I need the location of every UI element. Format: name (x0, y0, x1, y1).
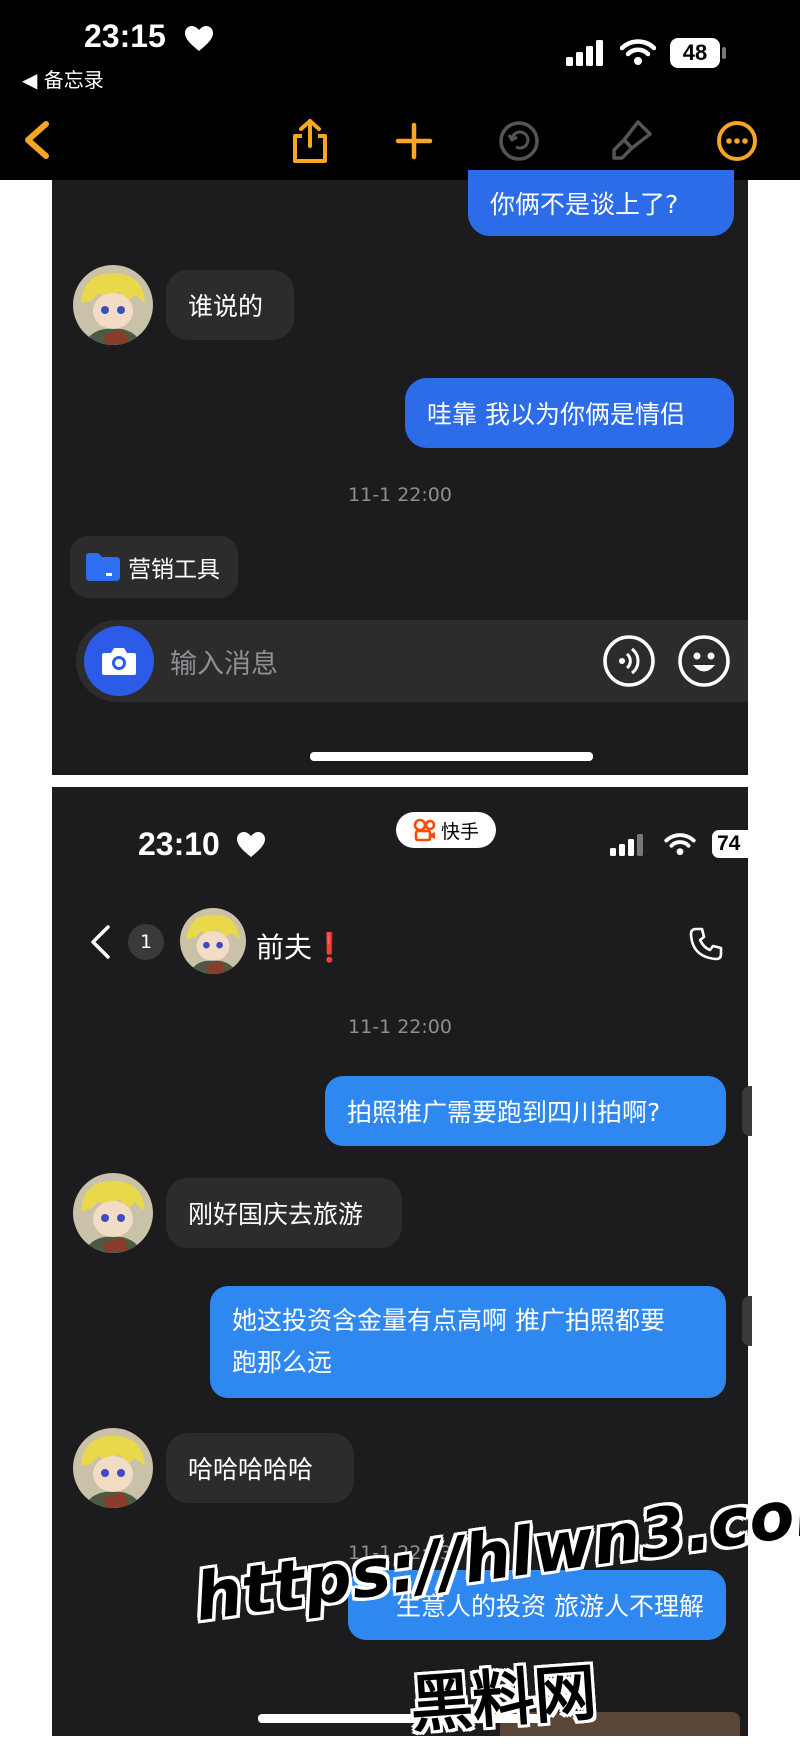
unread-count-badge: 1 (128, 924, 164, 960)
message-timestamp: 11-1 22:00 (348, 1016, 452, 1038)
battery-tip (722, 47, 726, 59)
status-time: 23:15 (84, 18, 166, 54)
brush-icon[interactable] (608, 118, 654, 164)
avatar[interactable] (73, 1173, 153, 1253)
message-input[interactable]: 输入消息 (170, 642, 530, 682)
back-app-label: 备忘录 (43, 68, 104, 92)
wifi-icon (620, 39, 656, 65)
share-icon[interactable] (290, 118, 330, 164)
watermark-name: 黑料网 (408, 1655, 599, 1742)
folder-icon (86, 553, 120, 581)
battery-indicator: 48 (670, 38, 720, 68)
own-avatar-edge (742, 1296, 752, 1346)
message-text: 哇靠 我以为你俩是情侣 (427, 400, 685, 429)
message-bubble-incoming: 哈哈哈哈哈 (166, 1433, 354, 1503)
message-bubble-outgoing: 拍照推广需要跑到四川拍啊? (325, 1076, 726, 1146)
message-bubble-incoming: 谁说的 (166, 270, 294, 340)
heart-icon (185, 26, 213, 51)
message-bubble-outgoing: 你俩不是谈上了? (468, 170, 734, 236)
chevron-left-icon[interactable] (22, 120, 52, 160)
kuaishou-logo-icon (413, 818, 436, 842)
back-to-app-link[interactable]: ◀ 备忘录 (22, 64, 104, 93)
more-icon[interactable] (716, 120, 758, 162)
voice-icon[interactable] (602, 634, 656, 688)
back-chevron-icon[interactable] (88, 924, 112, 960)
message-bubble-outgoing: 她这投资含金量有点高啊 推广拍照都要 跑那么远 (210, 1286, 726, 1398)
message-bubble-incoming: 刚好国庆去旅游 (166, 1178, 402, 1248)
message-text: 谁说的 (188, 292, 264, 321)
camera-icon (102, 648, 136, 675)
message-text: 刚好国庆去旅游 (188, 1200, 364, 1229)
message-input-bar: 输入消息 (76, 620, 748, 702)
folder-chip-marketing-tools[interactable]: 营销工具 (70, 536, 238, 598)
kuaishou-app-badge[interactable]: 快手 (396, 812, 496, 848)
home-indicator (310, 752, 593, 761)
message-text: 你俩不是谈上了? (490, 190, 679, 219)
message-text-line: 她这投资含金量有点高啊 推广拍照都要 (232, 1306, 665, 1335)
triangle-left-icon: ◀ (22, 68, 38, 92)
exclamation-icon: ❗ (312, 931, 347, 964)
notes-top-bar: 23:15 ◀ 备忘录 48 (0, 0, 800, 180)
app-badge-label: 快手 (440, 820, 479, 843)
message-text-line: 跑那么远 (232, 1348, 333, 1377)
signal-icon (610, 834, 643, 856)
message-timestamp: 11-1 22:00 (348, 484, 452, 506)
avatar[interactable] (73, 265, 153, 345)
plus-icon[interactable] (395, 122, 433, 160)
contact-name-text: 前夫 (256, 931, 313, 964)
own-avatar-edge (742, 1086, 752, 1136)
message-text: 哈哈哈哈哈 (188, 1455, 314, 1484)
signal-icon (566, 40, 603, 66)
contact-name[interactable]: 前夫❗ (256, 926, 347, 966)
heart-icon (237, 832, 265, 857)
avatar[interactable] (73, 1428, 153, 1508)
undo-icon[interactable] (498, 120, 540, 162)
camera-button[interactable] (84, 626, 154, 696)
folder-chip-label: 营销工具 (128, 557, 220, 583)
message-text: 拍照推广需要跑到四川拍啊? (347, 1098, 661, 1127)
message-bubble-outgoing: 哇靠 我以为你俩是情侣 (405, 378, 734, 448)
emoji-icon[interactable] (677, 634, 731, 688)
contact-avatar[interactable] (180, 908, 246, 974)
battery-indicator: 74 (712, 830, 748, 858)
wifi-icon (664, 833, 696, 856)
status-time: 23:10 (138, 826, 220, 862)
phone-icon[interactable] (688, 926, 724, 962)
